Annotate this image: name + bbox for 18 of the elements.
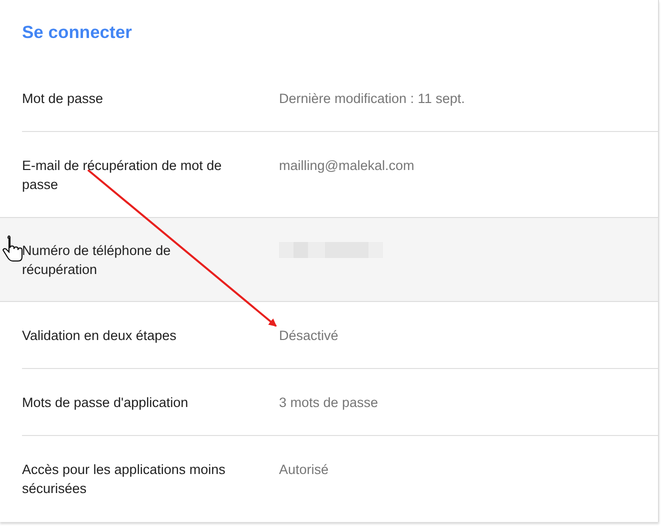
setting-value: mailling@malekal.com	[279, 157, 414, 175]
settings-row[interactable]: Validation en deux étapes Désactivé	[0, 302, 658, 368]
setting-label: E-mail de récupération de mot de passe	[22, 157, 223, 194]
setting-label: Mot de passe	[22, 90, 104, 108]
settings-row[interactable]: Mots de passe d'application 3 mots de passe	[0, 368, 658, 435]
setting-label: Mots de passe d'application	[22, 394, 190, 412]
settings-row[interactable]: Accès pour les applications moins sécurisées Autorisé	[0, 435, 658, 521]
setting-value: Dernière modification : 11 sept.	[279, 90, 465, 108]
section-title: Se connecter	[22, 21, 133, 43]
setting-value: Désactivé	[279, 327, 338, 345]
setting-label: Validation en deux étapes	[22, 327, 178, 345]
setting-label: Numéro de téléphone de récupération	[22, 242, 172, 279]
settings-row[interactable]: Mot de passe Dernière modification : 11 sept.	[0, 65, 658, 131]
hand-cursor-icon	[2, 236, 22, 262]
setting-value: Autorisé	[279, 461, 329, 479]
setting-label: Accès pour les applications moins sécurisées	[22, 461, 226, 498]
setting-value: 3 mots de passe	[279, 394, 378, 412]
settings-row[interactable]: Numéro de téléphone de récupération	[0, 217, 658, 302]
